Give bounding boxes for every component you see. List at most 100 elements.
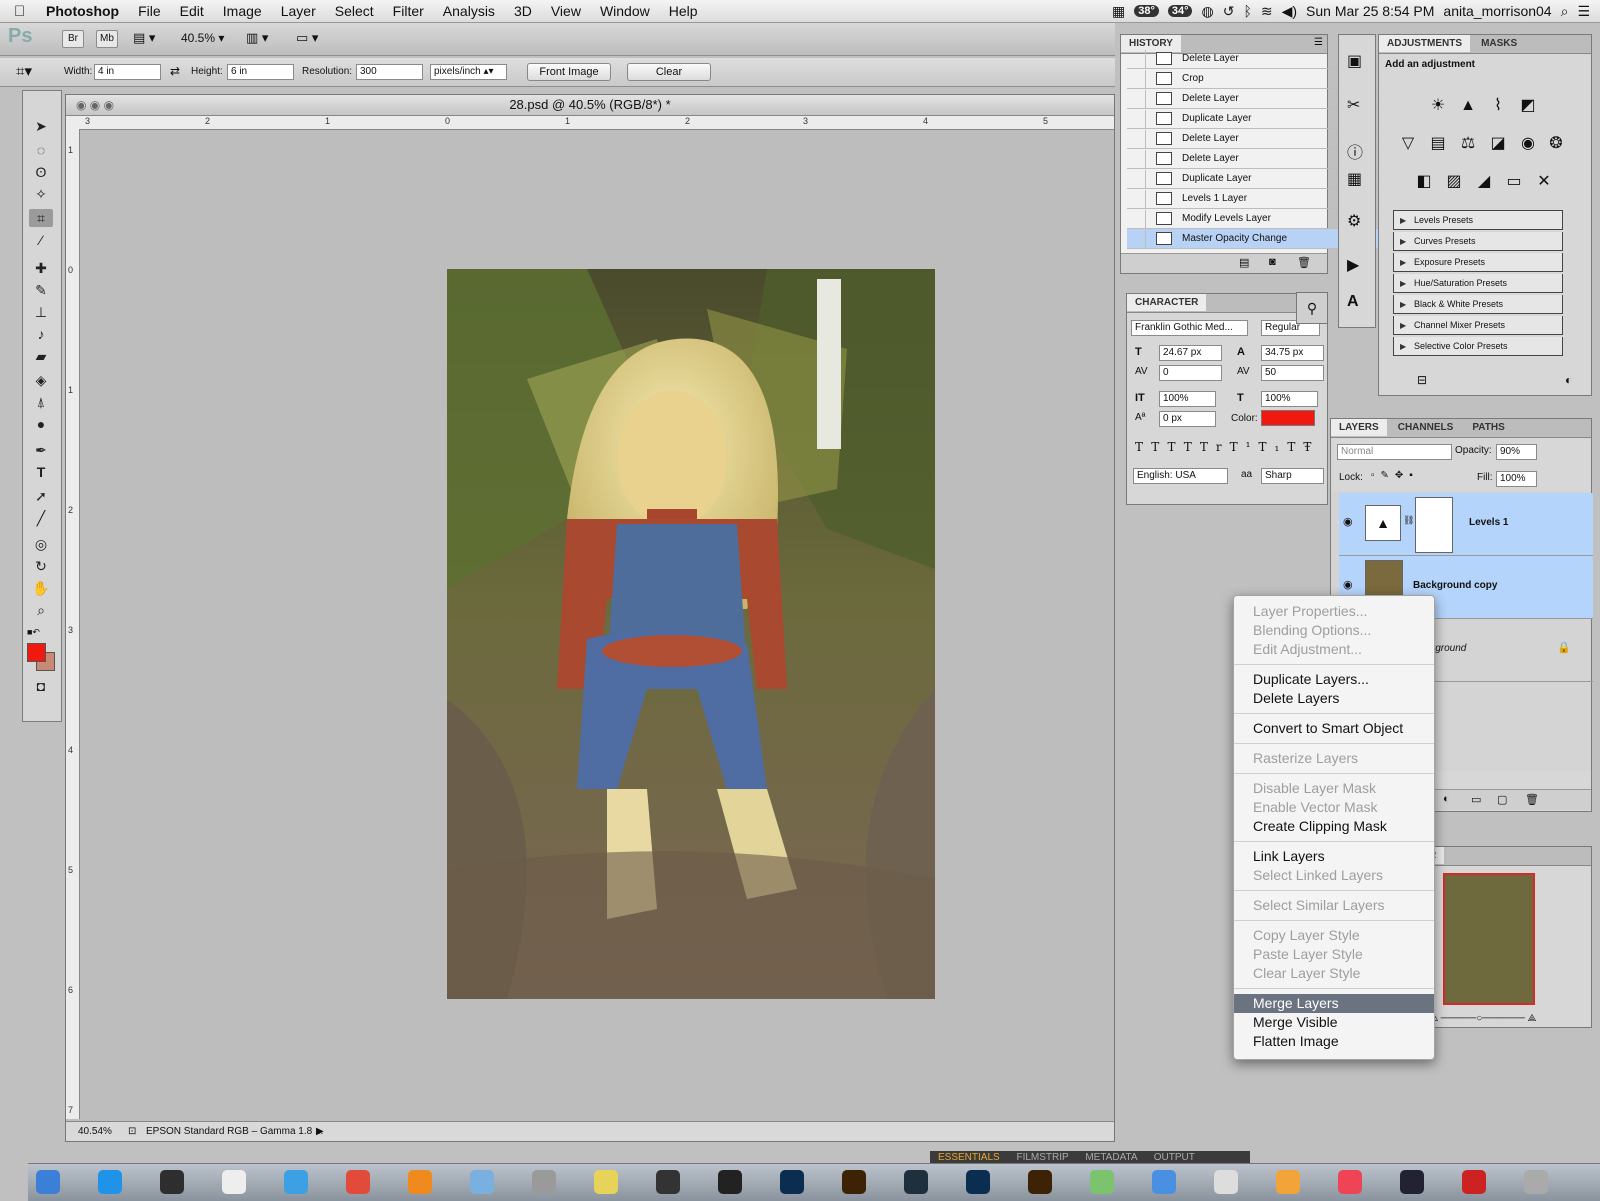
new-document-from-state-icon[interactable]: ▤: [1239, 256, 1249, 269]
curves-icon[interactable]: ⌇: [1487, 95, 1509, 117]
type-tool-icon[interactable]: T: [29, 463, 53, 481]
temp-badge-1[interactable]: 38°: [1134, 5, 1159, 17]
font-family-select[interactable]: Franklin Gothic Med...: [1131, 320, 1248, 336]
status-zoom-field[interactable]: 40.54%: [78, 1122, 112, 1141]
horizontal-scale-field[interactable]: 100%: [1261, 391, 1318, 407]
dock-item-lightroom-icon[interactable]: [904, 1170, 928, 1194]
context-menu-item[interactable]: Disable Layer Mask: [1234, 779, 1434, 798]
dock-item-photoshop-icon[interactable]: [966, 1170, 990, 1194]
dock-item-bridge-icon[interactable]: [1028, 1170, 1052, 1194]
context-menu-item[interactable]: Rasterize Layers: [1234, 749, 1434, 768]
preset-curves[interactable]: Curves Presets: [1393, 232, 1563, 251]
navigator-panel-icon[interactable]: ▣: [1347, 51, 1362, 71]
context-menu-item[interactable]: Copy Layer Style: [1234, 926, 1434, 945]
preset-black-white[interactable]: Black & White Presets: [1393, 295, 1563, 314]
crop-tool-preset-icon[interactable]: ⌗▾: [16, 62, 46, 82]
mini-bridge-button[interactable]: Mb: [96, 30, 118, 48]
context-menu-item[interactable]: Merge Layers: [1234, 994, 1434, 1013]
preset-selective-color[interactable]: Selective Color Presets: [1393, 337, 1563, 356]
dock-item-app-store-icon[interactable]: [98, 1170, 122, 1194]
notification-icon[interactable]: ☰: [1577, 3, 1590, 20]
posterize-icon[interactable]: ▨: [1443, 171, 1465, 193]
height-field[interactable]: 6 in: [227, 64, 294, 80]
color-balance-icon[interactable]: ⚖: [1457, 133, 1479, 155]
text-color-swatch[interactable]: [1261, 410, 1315, 426]
dock-item-steam-icon[interactable]: [718, 1170, 742, 1194]
quick-select-tool-icon[interactable]: ✧: [29, 185, 53, 203]
history-brush-tool-icon[interactable]: ♪: [29, 325, 53, 343]
vertical-ruler[interactable]: 1 0 1 2 3 4 5 6 7: [66, 129, 80, 1119]
bridge-button[interactable]: Br: [62, 30, 84, 48]
menu-edit[interactable]: Edit: [180, 3, 204, 19]
wifi-icon[interactable]: ≋: [1261, 3, 1273, 20]
hue-saturation-icon[interactable]: ▤: [1427, 133, 1449, 155]
preset-channel-mixer[interactable]: Channel Mixer Presets: [1393, 316, 1563, 335]
arrange-documents-dropdown[interactable]: ▥ ▾: [246, 30, 268, 46]
font-size-field[interactable]: 24.67 px: [1159, 345, 1222, 361]
3d-orbit-tool-icon[interactable]: ↻: [29, 557, 53, 575]
dock-item-bridge-icon[interactable]: [842, 1170, 866, 1194]
swap-dimensions-icon[interactable]: ⇄: [170, 64, 180, 78]
dock-item-music-icon[interactable]: [1338, 1170, 1362, 1194]
tab-layers[interactable]: LAYERS: [1331, 419, 1387, 436]
panel-menu-icon[interactable]: ☰: [1314, 37, 1323, 48]
mask-link-icon[interactable]: ⛓: [1403, 515, 1414, 526]
sync-icon[interactable]: ◍: [1201, 3, 1213, 20]
foreground-color-swatch[interactable]: [27, 643, 46, 662]
language-select[interactable]: English: USA: [1133, 468, 1228, 484]
view-extras-dropdown[interactable]: ▤ ▾: [133, 30, 155, 46]
front-image-button[interactable]: Front Image: [527, 63, 611, 81]
selective-color-icon[interactable]: ✕: [1533, 171, 1555, 193]
subscript-button[interactable]: T₁: [1259, 440, 1288, 454]
zoom-level-dropdown[interactable]: 40.5% ▾: [181, 31, 224, 45]
levels-icon[interactable]: ▲: [1457, 95, 1479, 117]
marquee-tool-icon[interactable]: ◌: [29, 141, 53, 159]
clone-stamp-tool-icon[interactable]: ⊥: [29, 303, 53, 321]
brush-tool-icon[interactable]: ✎: [29, 281, 53, 299]
clear-button[interactable]: Clear: [627, 63, 711, 81]
eyedropper-tool-icon[interactable]: ⁄: [29, 231, 53, 249]
menu-3d[interactable]: 3D: [514, 3, 532, 19]
exposure-icon[interactable]: ◩: [1517, 95, 1539, 117]
dodge-tool-icon[interactable]: ●: [29, 415, 53, 433]
dock-item-clock-icon[interactable]: [656, 1170, 680, 1194]
context-menu-item[interactable]: Blending Options...: [1234, 621, 1434, 640]
time-machine-icon[interactable]: ↺: [1223, 3, 1235, 20]
hand-tool-icon[interactable]: ✋: [29, 579, 53, 597]
crop-tool-icon[interactable]: ⌗: [29, 209, 53, 227]
workspace-essentials[interactable]: ESSENTIALS: [938, 1152, 1000, 1163]
type-style-buttons[interactable]: TTTTTrT¹T₁TŦ: [1135, 440, 1319, 454]
tab-character[interactable]: CHARACTER: [1127, 294, 1207, 311]
move-tool-icon[interactable]: ➤: [29, 117, 53, 135]
superscript-button[interactable]: T¹: [1230, 440, 1259, 454]
dock-item-preview-icon[interactable]: [470, 1170, 494, 1194]
channel-mixer-icon[interactable]: ❂: [1545, 133, 1567, 155]
layer-name[interactable]: Background copy: [1413, 580, 1497, 591]
context-menu-item[interactable]: Create Clipping Mask: [1234, 817, 1434, 836]
threshold-icon[interactable]: ◢: [1473, 171, 1495, 193]
gradient-map-icon[interactable]: ▭: [1503, 171, 1525, 193]
context-menu-item[interactable]: Edit Adjustment...: [1234, 640, 1434, 659]
dock-item-mail-icon[interactable]: [1152, 1170, 1176, 1194]
clip-adjustment-icon[interactable]: ◐: [1565, 373, 1572, 387]
menu-image[interactable]: Image: [223, 3, 262, 19]
temp-badge-2[interactable]: 34°: [1167, 5, 1193, 17]
preset-levels[interactable]: Levels Presets: [1393, 211, 1563, 230]
new-group-icon[interactable]: ▭: [1471, 793, 1481, 806]
menu-analysis[interactable]: Analysis: [443, 3, 495, 19]
navigator-preview[interactable]: [1443, 873, 1535, 1005]
volume-icon[interactable]: ◀): [1282, 3, 1297, 20]
tab-masks[interactable]: MASKS: [1473, 35, 1525, 52]
tracking-field[interactable]: 50: [1261, 365, 1324, 381]
context-menu-item[interactable]: Enable Vector Mask: [1234, 798, 1434, 817]
vertical-scale-field[interactable]: 100%: [1159, 391, 1216, 407]
workspace-metadata[interactable]: METADATA: [1085, 1152, 1137, 1163]
navigator-zoom-slider[interactable]: ▵ ─────○────── ⟁: [1433, 1013, 1579, 1024]
kerning-field[interactable]: 0: [1159, 365, 1222, 381]
tab-adjustments[interactable]: ADJUSTMENTS: [1379, 35, 1471, 52]
antialias-select[interactable]: Sharp: [1261, 468, 1324, 484]
brightness-contrast-icon[interactable]: ☀: [1427, 95, 1449, 117]
3d-rotate-tool-icon[interactable]: ◎: [29, 535, 53, 553]
underline-button[interactable]: T: [1287, 440, 1303, 454]
context-menu-item[interactable]: Duplicate Layers...: [1234, 670, 1434, 689]
